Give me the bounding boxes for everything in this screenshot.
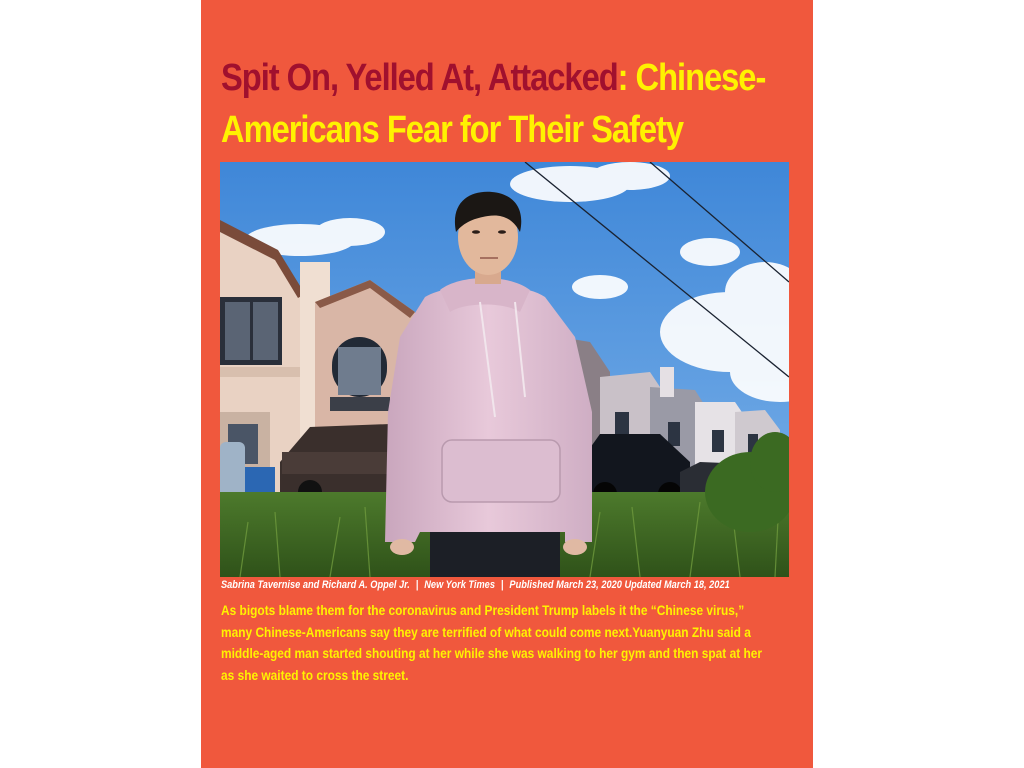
headline-part-dark: Spit On, Yelled At, Attacked (221, 57, 619, 99)
article-summary: As bigots blame them for the coronavirus… (221, 603, 763, 684)
street-portrait-illustration (220, 162, 789, 577)
byline-publication: New York Times (424, 579, 495, 591)
byline-separator: | (498, 579, 507, 591)
article-headline: Spit On, Yelled At, Attacked: Chinese-Am… (221, 52, 802, 156)
byline-separator: | (413, 579, 421, 591)
article-photo (220, 162, 789, 577)
byline-authors: Sabrina Tavernise and Richard A. Oppel J… (221, 579, 410, 591)
article-byline: Sabrina Tavernise and Richard A. Oppel J… (221, 578, 730, 592)
byline-dates: Published March 23, 2020 Updated March 1… (509, 579, 730, 591)
article-page: Spit On, Yelled At, Attacked: Chinese-Am… (201, 0, 813, 768)
